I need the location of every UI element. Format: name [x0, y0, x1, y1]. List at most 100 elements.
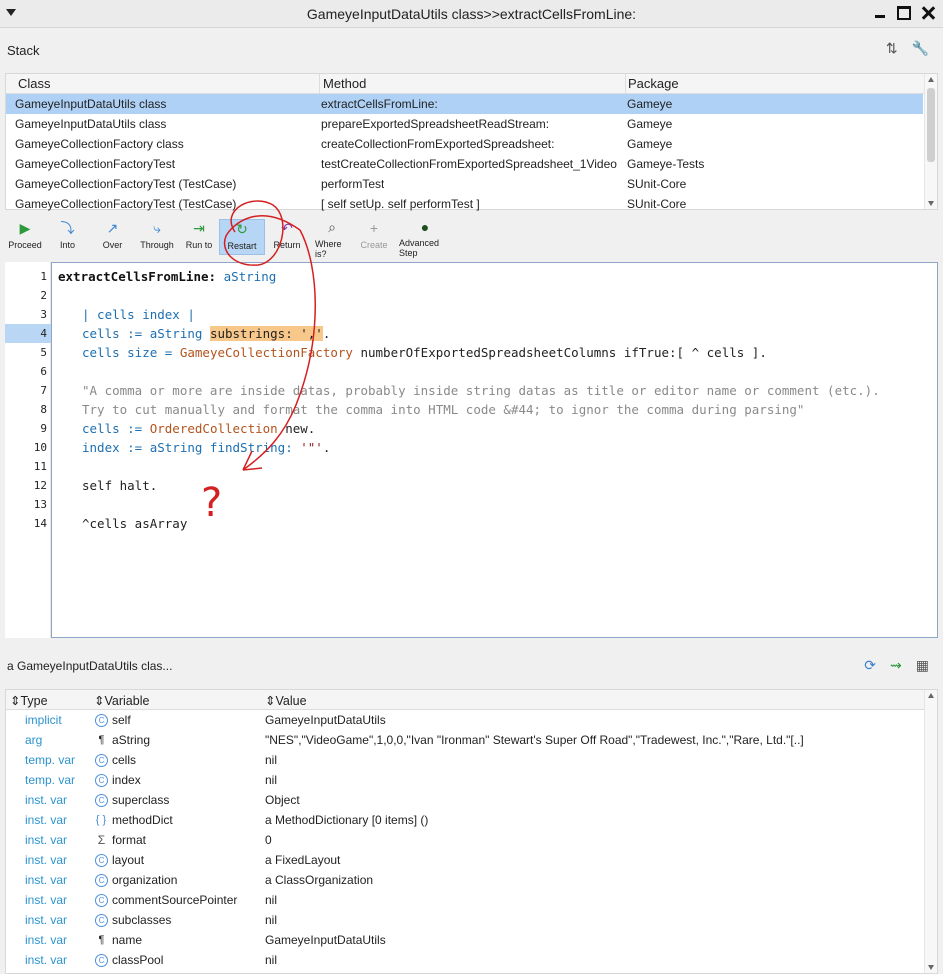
- scroll-up-icon[interactable]: [928, 693, 934, 698]
- line-number: 11: [33, 460, 47, 473]
- inspector-row[interactable]: inst. var Csubclasses nil: [6, 910, 937, 930]
- scrollbar-thumb[interactable]: [927, 88, 935, 162]
- line-number-current: 4: [5, 324, 51, 343]
- string-icon: ¶: [98, 934, 105, 946]
- stack-package: Gameye: [627, 137, 673, 151]
- create-button[interactable]: + Create: [355, 219, 393, 255]
- stack-row[interactable]: GameyeCollectionFactoryTest testCreateCo…: [6, 154, 937, 174]
- inspector-variable: subclasses: [112, 913, 172, 927]
- inspector-row[interactable]: inst. var ¶ name GameyeInputDataUtils: [6, 930, 937, 950]
- inspector-type: inst. var: [25, 873, 68, 887]
- line-number: 9: [40, 422, 47, 435]
- through-button[interactable]: ⤷ Through: [135, 219, 179, 255]
- stack-row[interactable]: GameyeInputDataUtils class prepareExport…: [6, 114, 937, 134]
- where-is-button[interactable]: ⌕ Where is?: [309, 219, 355, 259]
- return-label: Return: [273, 240, 301, 250]
- inspector-row[interactable]: arg ¶ aString "NES","VideoGame",1,0,0,"Ivan…: [6, 730, 937, 750]
- scroll-down-icon[interactable]: [928, 965, 934, 970]
- refresh-icon[interactable]: ⟳: [864, 657, 876, 674]
- inspector-type: inst. var: [25, 913, 68, 927]
- inspector-row[interactable]: inst. var CcommentSourcePointer nil: [6, 890, 937, 910]
- return-button[interactable]: ↶ Return: [265, 219, 309, 255]
- inspector-variable: layout: [112, 853, 145, 867]
- inspector-row[interactable]: inst. var { } methodDict a MethodDictionary…: [6, 810, 937, 830]
- inspector-row[interactable]: temp. var Cindex nil: [6, 770, 937, 790]
- advanced-step-button[interactable]: ● Advanced Step: [393, 219, 457, 258]
- inspect-link-icon[interactable]: ⇝: [890, 657, 902, 674]
- inspector-value: a MethodDictionary [0 items] (): [265, 813, 429, 827]
- table-view-icon[interactable]: ▦: [916, 657, 929, 674]
- run-to-button[interactable]: ⇥ Run to: [179, 219, 219, 255]
- inspector-row[interactable]: inst. var Σformat 0: [6, 830, 937, 850]
- inspector-value: a FixedLayout: [265, 853, 341, 867]
- into-button[interactable]: ⤵ Into: [45, 219, 90, 255]
- stack-row[interactable]: GameyeCollectionFactoryTest (TestCase) p…: [6, 174, 937, 194]
- column-header-variable[interactable]: ⇕Variable: [94, 693, 149, 708]
- line-number: 12: [33, 479, 47, 492]
- minimize-icon[interactable]: [873, 6, 887, 20]
- inspector-variable: cells: [112, 753, 137, 767]
- maximize-icon[interactable]: [897, 6, 911, 20]
- stack-method: createCollectionFromExportedSpreadsheet:: [321, 137, 555, 151]
- close-icon[interactable]: [921, 6, 935, 20]
- magnifier-icon: ⌕: [328, 219, 336, 235]
- return-icon: ↶: [281, 219, 293, 236]
- play-icon: ▶: [19, 219, 31, 236]
- inspector-row[interactable]: inst. var Corganization a ClassOrganizatio…: [6, 870, 937, 890]
- stack-method: prepareExportedSpreadsheetReadStream:: [321, 117, 550, 131]
- inspector-value: a ClassOrganization: [265, 873, 374, 887]
- stack-method: extractCellsFromLine:: [321, 97, 438, 111]
- line-number: 5: [40, 346, 47, 359]
- inspector-scrollbar[interactable]: [924, 690, 937, 973]
- run-to-icon: ⇥: [193, 219, 205, 236]
- inspector-variable: organization: [112, 873, 178, 887]
- code-text-area[interactable]: extractCellsFromLine: aString | cells in…: [51, 262, 938, 638]
- class-icon: C: [95, 874, 108, 887]
- column-header-package[interactable]: Package: [628, 76, 679, 91]
- inspector-type: inst. var: [25, 893, 68, 907]
- restart-button[interactable]: ↻ Restart: [219, 219, 265, 255]
- window-titlebar: GameyeInputDataUtils class>>extractCells…: [0, 0, 943, 28]
- inspector-row[interactable]: inst. var Csuperclass Object: [6, 790, 937, 810]
- inspector-value: nil: [265, 753, 278, 767]
- sort-az-icon[interactable]: ⇅: [886, 40, 898, 57]
- stack-row[interactable]: GameyeCollectionFactoryTest (TestCase) […: [6, 194, 937, 214]
- inspector-variable: classPool: [112, 953, 164, 967]
- inspector-type: inst. var: [25, 813, 68, 827]
- code-editor[interactable]: 1 2 3 4 5 6 7 8 9 10 11 12 13 14 extract…: [5, 262, 938, 638]
- stack-package: Gameye: [627, 97, 673, 111]
- line-number: 3: [40, 308, 47, 321]
- inspector-row[interactable]: inst. var CclassPool nil: [6, 950, 937, 970]
- column-header-method[interactable]: Method: [323, 76, 366, 91]
- stack-package: SUnit-Core: [627, 177, 687, 191]
- stack-row[interactable]: GameyeCollectionFactory class createColl…: [6, 134, 937, 154]
- inspector-row[interactable]: inst. var Clayout a FixedLayout: [6, 850, 937, 870]
- column-header-value[interactable]: ⇕Value: [265, 693, 307, 708]
- inspector-row[interactable]: implicit Cself GameyeInputDataUtils: [6, 710, 937, 730]
- code-line: cells size = GameyeCollectionFactory num…: [82, 343, 767, 362]
- class-icon: C: [95, 914, 108, 927]
- line-number: 10: [33, 441, 47, 454]
- over-button[interactable]: ↗ Over: [90, 219, 135, 255]
- inspector-value: "NES","VideoGame",1,0,0,"Ivan "Ironman" …: [265, 733, 804, 747]
- stack-package: Gameye-Tests: [627, 157, 705, 171]
- inspector-variable: aString: [112, 733, 151, 747]
- scroll-up-icon[interactable]: [928, 77, 934, 82]
- dictionary-icon: { }: [95, 814, 107, 826]
- code-fragment: new.: [277, 421, 316, 436]
- restart-icon: ↻: [236, 220, 248, 237]
- column-header-type[interactable]: ⇕Type: [10, 693, 48, 708]
- inspector-value: nil: [265, 953, 278, 967]
- inspector-table-header: ⇕Type ⇕Variable ⇕Value: [6, 690, 937, 710]
- code-line: extractCellsFromLine: aString: [58, 267, 276, 286]
- proceed-button[interactable]: ▶ Proceed: [5, 219, 45, 255]
- stack-row[interactable]: GameyeInputDataUtils class extractCellsF…: [6, 94, 923, 114]
- column-header-class[interactable]: Class: [18, 76, 51, 91]
- stack-package: Gameye: [627, 117, 673, 131]
- stack-class: GameyeInputDataUtils class: [15, 97, 167, 111]
- stack-scrollbar[interactable]: [924, 74, 937, 209]
- code-fragment: numberOfExportedSpreadsheetColumns ifTru…: [352, 345, 767, 360]
- scroll-down-icon[interactable]: [928, 201, 934, 206]
- inspector-row[interactable]: temp. var Ccells nil: [6, 750, 937, 770]
- wrench-icon[interactable]: 🔧: [912, 40, 929, 57]
